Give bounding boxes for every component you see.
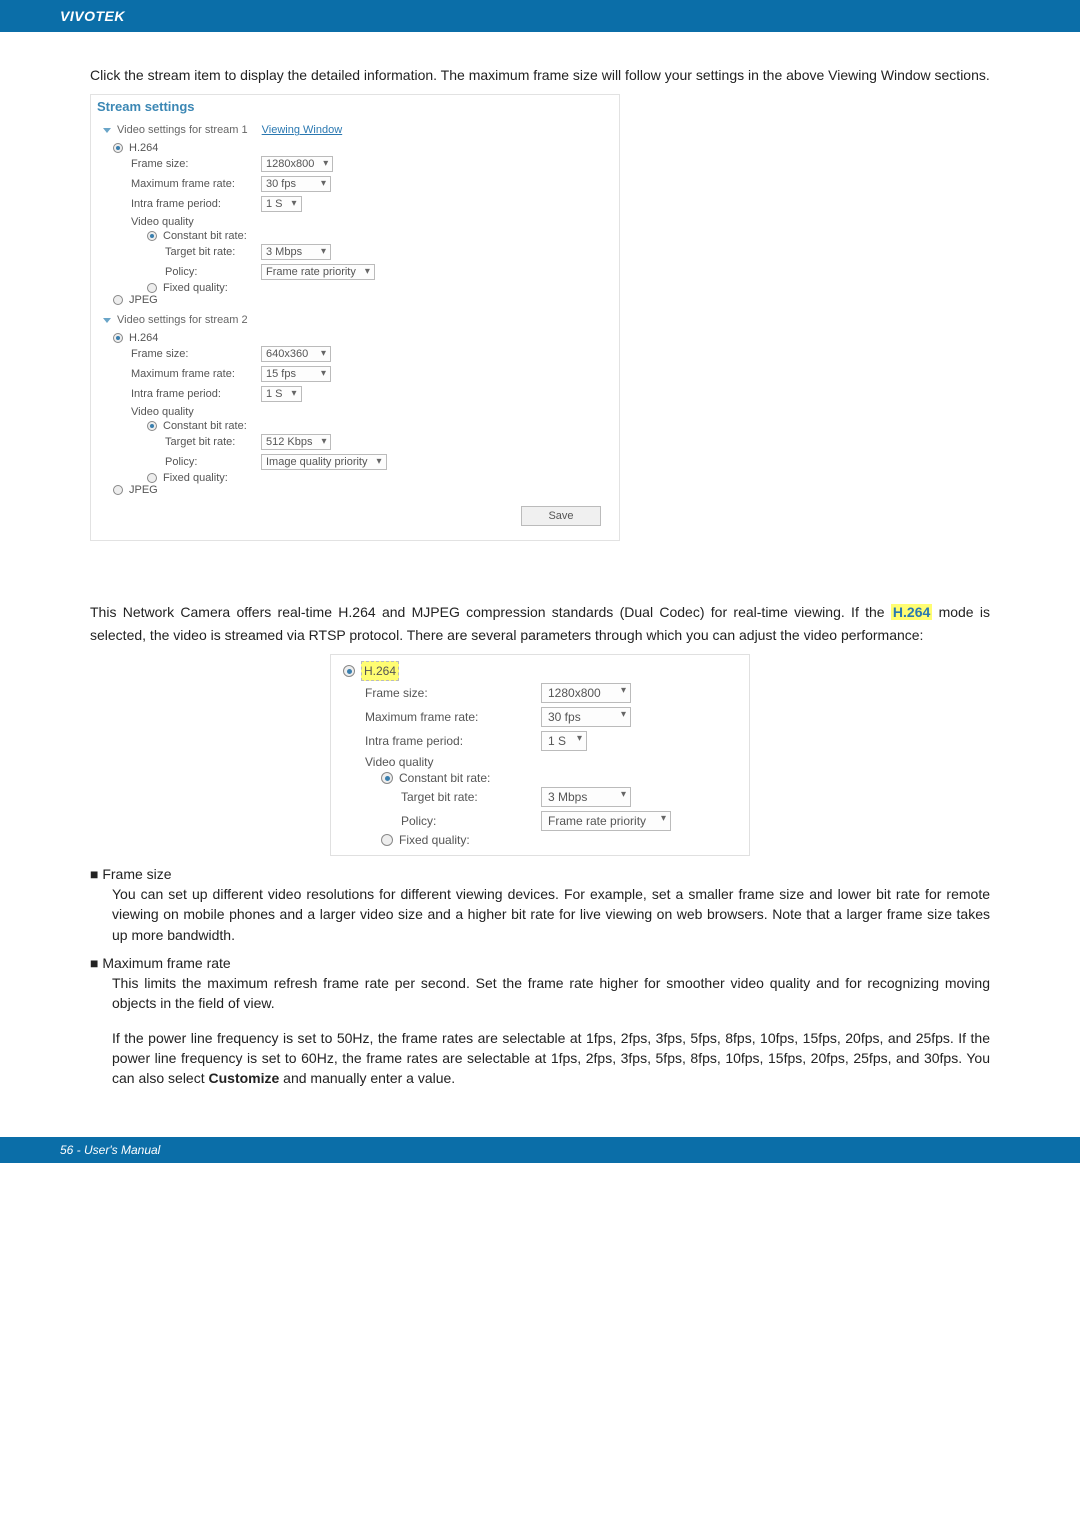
intra-frame-select[interactable]: 1 S bbox=[541, 731, 587, 751]
frame-size-label: Frame size: bbox=[101, 158, 261, 170]
fixed-quality-label: Fixed quality: bbox=[163, 472, 228, 484]
radio-icon bbox=[381, 834, 393, 846]
cbr-label: Constant bit rate: bbox=[163, 420, 247, 432]
h264-label: H.264 bbox=[129, 332, 158, 344]
h264-highlight-label: H.264 bbox=[361, 661, 399, 681]
radio-icon bbox=[113, 295, 123, 305]
stream1-cbr-option[interactable]: Constant bit rate: bbox=[101, 230, 609, 242]
max-frame-rate-text-2: If the power line frequency is set to 50… bbox=[90, 1028, 990, 1089]
target-bitrate-select[interactable]: 512 Kbps bbox=[261, 434, 331, 450]
panel-title: Stream settings bbox=[91, 95, 619, 118]
intra-frame-select[interactable]: 1 S bbox=[261, 386, 302, 402]
stream2-h264-option[interactable]: H.264 bbox=[101, 332, 609, 344]
save-button[interactable]: Save bbox=[521, 506, 601, 526]
mid-text-before: This Network Camera offers real-time H.2… bbox=[90, 604, 891, 620]
policy-label: Policy: bbox=[101, 456, 261, 468]
max-frame-rate-label: Maximum frame rate: bbox=[341, 710, 541, 724]
fixed-quality-label: Fixed quality: bbox=[163, 282, 228, 294]
frame-size-text: You can set up different video resolutio… bbox=[90, 884, 990, 945]
radio-icon bbox=[147, 473, 157, 483]
stream1-header-label: Video settings for stream 1 bbox=[117, 124, 248, 136]
radio-icon bbox=[113, 485, 123, 495]
frame-size-select[interactable]: 1280x800 bbox=[541, 683, 631, 703]
frame-size-heading: ■ Frame size bbox=[90, 866, 990, 882]
max-frame-rate-section: ■ Maximum frame rate This limits the max… bbox=[90, 955, 990, 1088]
panel-body: Video settings for stream 1 Viewing Wind… bbox=[91, 118, 619, 540]
brand-bar: VIVOTEK bbox=[0, 0, 1080, 32]
frame-size-select[interactable]: 1280x800 bbox=[261, 156, 333, 172]
max-frame-rate-select[interactable]: 30 fps bbox=[541, 707, 631, 727]
frame-size-section: ■ Frame size You can set up different vi… bbox=[90, 866, 990, 945]
fixed-quality-label: Fixed quality: bbox=[399, 833, 470, 847]
policy-label: Policy: bbox=[341, 814, 541, 828]
max-frame-rate-select[interactable]: 15 fps bbox=[261, 366, 331, 382]
stream2-cbr-option[interactable]: Constant bit rate: bbox=[101, 420, 609, 432]
viewing-window-link[interactable]: Viewing Window bbox=[262, 124, 343, 136]
radio-icon bbox=[147, 231, 157, 241]
stream2-fixed-option[interactable]: Fixed quality: bbox=[101, 472, 609, 484]
max-frame-rate-select[interactable]: 30 fps bbox=[261, 176, 331, 192]
stream2-jpeg-option[interactable]: JPEG bbox=[101, 484, 609, 496]
target-bitrate-label: Target bit rate: bbox=[341, 790, 541, 804]
policy-label: Policy: bbox=[101, 266, 261, 278]
h264-detail-panel: H.264 Frame size:1280x800 Maximum frame … bbox=[330, 654, 750, 856]
video-quality-label: Video quality bbox=[101, 406, 261, 418]
page-number: 56 - User's Manual bbox=[60, 1143, 160, 1157]
stream2-header[interactable]: Video settings for stream 2 bbox=[101, 312, 609, 332]
h264-label: H.264 bbox=[129, 142, 158, 154]
radio-icon bbox=[147, 283, 157, 293]
video-quality-label: Video quality bbox=[101, 216, 261, 228]
detail-cbr-option[interactable]: Constant bit rate: bbox=[341, 771, 739, 785]
intro-paragraph: Click the stream item to display the det… bbox=[90, 64, 990, 86]
page-footer: 56 - User's Manual bbox=[0, 1137, 1080, 1163]
disclosure-triangle-icon bbox=[103, 128, 111, 133]
intra-frame-label: Intra frame period: bbox=[101, 388, 261, 400]
radio-icon bbox=[381, 772, 393, 784]
customize-bold: Customize bbox=[209, 1070, 280, 1086]
radio-icon bbox=[113, 333, 123, 343]
max-frame-rate-label: Maximum frame rate: bbox=[101, 178, 261, 190]
stream1-header[interactable]: Video settings for stream 1 Viewing Wind… bbox=[101, 122, 609, 142]
target-bitrate-label: Target bit rate: bbox=[101, 246, 261, 258]
target-bitrate-select[interactable]: 3 Mbps bbox=[541, 787, 631, 807]
brand-text: VIVOTEK bbox=[60, 8, 125, 24]
target-bitrate-label: Target bit rate: bbox=[101, 436, 261, 448]
stream1-h264-option[interactable]: H.264 bbox=[101, 142, 609, 154]
jpeg-label: JPEG bbox=[129, 294, 158, 306]
radio-icon bbox=[343, 665, 355, 677]
stream1-fixed-option[interactable]: Fixed quality: bbox=[101, 282, 609, 294]
intra-frame-label: Intra frame period: bbox=[341, 734, 541, 748]
stream2-header-label: Video settings for stream 2 bbox=[117, 314, 248, 326]
detail-fixed-option[interactable]: Fixed quality: bbox=[341, 833, 739, 847]
page-content: Click the stream item to display the det… bbox=[0, 32, 1080, 1113]
mfr-text2-b: and manually enter a value. bbox=[279, 1070, 455, 1086]
max-frame-rate-label: Maximum frame rate: bbox=[101, 368, 261, 380]
policy-select[interactable]: Image quality priority bbox=[261, 454, 387, 470]
stream1-jpeg-option[interactable]: JPEG bbox=[101, 294, 609, 306]
disclosure-triangle-icon bbox=[103, 318, 111, 323]
stream-settings-panel: Stream settings Video settings for strea… bbox=[90, 94, 620, 541]
video-quality-label: Video quality bbox=[341, 755, 541, 769]
policy-select[interactable]: Frame rate priority bbox=[261, 264, 375, 280]
max-frame-rate-text: This limits the maximum refresh frame ra… bbox=[90, 973, 990, 1014]
radio-icon bbox=[113, 143, 123, 153]
jpeg-label: JPEG bbox=[129, 484, 158, 496]
detail-h264-option[interactable]: H.264 bbox=[341, 661, 739, 681]
h264-highlight: H.264 bbox=[891, 604, 932, 620]
cbr-label: Constant bit rate: bbox=[163, 230, 247, 242]
cbr-label: Constant bit rate: bbox=[399, 771, 490, 785]
max-frame-rate-heading: ■ Maximum frame rate bbox=[90, 955, 990, 971]
frame-size-label: Frame size: bbox=[101, 348, 261, 360]
frame-size-select[interactable]: 640x360 bbox=[261, 346, 331, 362]
policy-select[interactable]: Frame rate priority bbox=[541, 811, 671, 831]
intra-frame-label: Intra frame period: bbox=[101, 198, 261, 210]
frame-size-label: Frame size: bbox=[341, 686, 541, 700]
radio-icon bbox=[147, 421, 157, 431]
target-bitrate-select[interactable]: 3 Mbps bbox=[261, 244, 331, 260]
mid-paragraph: This Network Camera offers real-time H.2… bbox=[90, 601, 990, 646]
intra-frame-select[interactable]: 1 S bbox=[261, 196, 302, 212]
